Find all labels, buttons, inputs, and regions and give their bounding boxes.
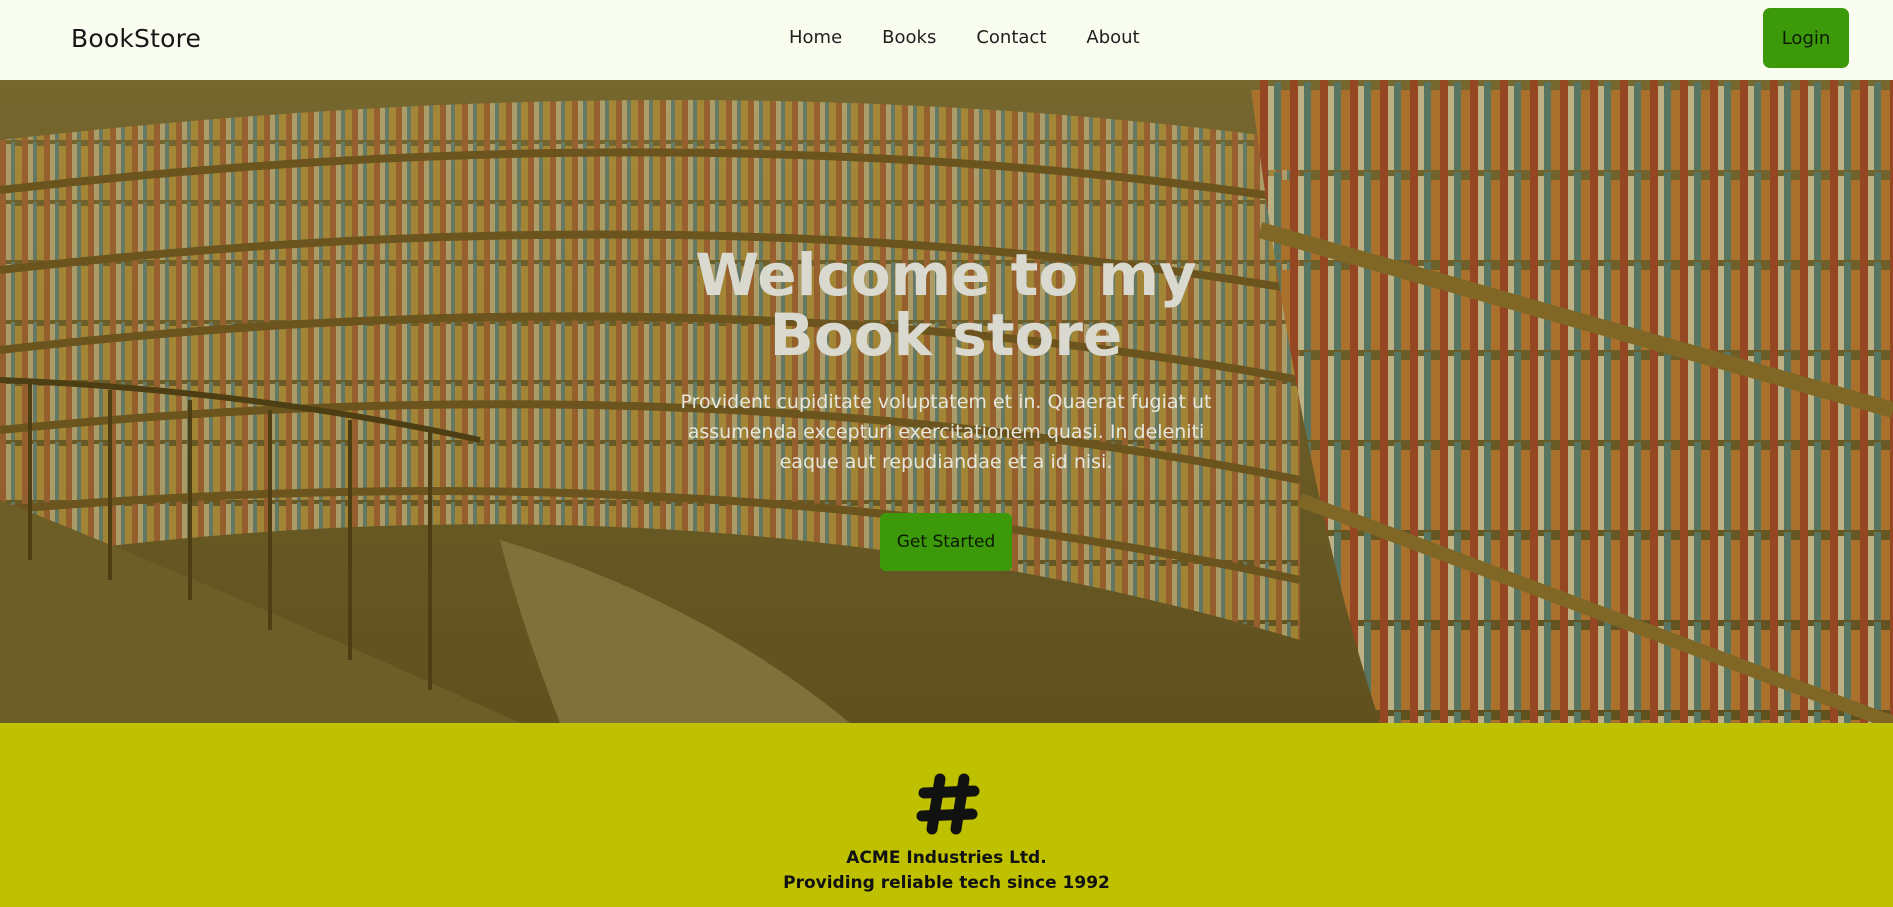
- footer: ACME Industries Ltd. Providing reliable …: [0, 723, 1893, 907]
- nav-links: Home Books Contact About: [789, 27, 1180, 48]
- hero-content: Welcome to my Book store Provident cupid…: [646, 245, 1246, 571]
- login-button[interactable]: Login: [1763, 8, 1849, 68]
- hero-description: Provident cupiditate voluptatem et in. Q…: [680, 391, 1212, 473]
- nav-link-contact[interactable]: Contact: [976, 27, 1046, 48]
- hero-section: Welcome to my Book store Provident cupid…: [0, 80, 1893, 723]
- brand-logo[interactable]: BookStore: [71, 24, 201, 53]
- footer-tagline: Providing reliable tech since 1992: [783, 873, 1110, 893]
- nav-link-about[interactable]: About: [1086, 27, 1139, 48]
- hashtag-icon: [916, 773, 980, 835]
- nav-link-books[interactable]: Books: [882, 27, 936, 48]
- footer-company-name: ACME Industries Ltd.: [846, 848, 1047, 868]
- navbar: BookStore Home Books Contact About Login: [0, 0, 1893, 80]
- get-started-button[interactable]: Get Started: [880, 513, 1012, 571]
- hero-title: Welcome to my Book store: [695, 241, 1197, 369]
- nav-link-home[interactable]: Home: [789, 27, 842, 48]
